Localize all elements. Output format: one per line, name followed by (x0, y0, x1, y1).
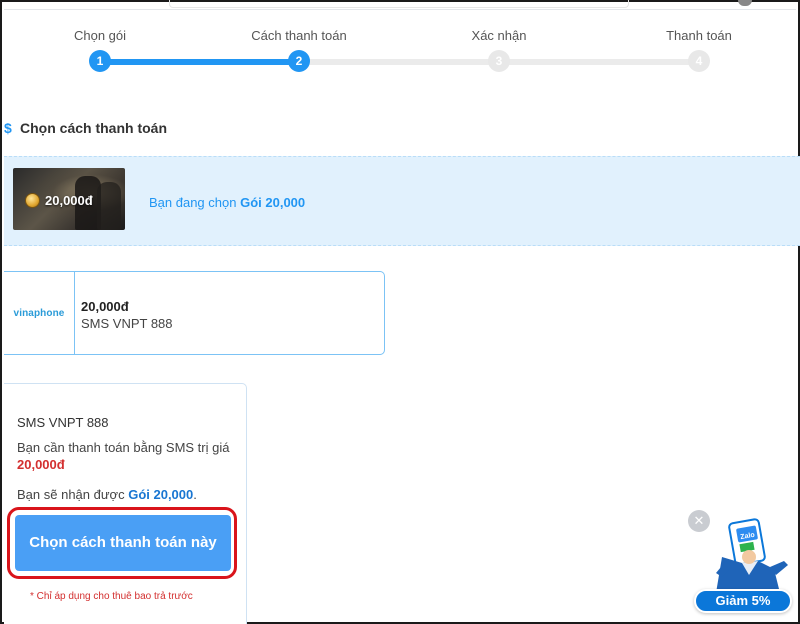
choose-payment-method-button[interactable]: Chọn cách thanh toán này (15, 515, 231, 571)
selected-package-name: Gói 20,000 (240, 195, 306, 210)
detail-description-text: Bạn cần thanh toán bằng SMS trị giá (17, 440, 230, 455)
selected-package-prefix: Bạn đang chọn (149, 195, 237, 210)
step-label: Thanh toán (666, 28, 732, 43)
detail-receive-text: Bạn sẽ nhận được (17, 487, 125, 502)
step-label: Cách thanh toán (251, 28, 347, 43)
zalopay-mascot-icon: Zalo (716, 518, 788, 593)
checkout-stepper: Chọn gói 1 Cách thanh toán 2 Xác nhận 3 … (2, 2, 800, 82)
prepaid-only-note: * Chỉ áp dụng cho thuê bao trả trước (30, 591, 193, 602)
payment-detail-panel: SMS VNPT 888 Bạn cần thanh toán bằng SMS… (4, 383, 247, 624)
step-choose-package[interactable]: Chọn gói 1 (40, 28, 160, 72)
detail-title: SMS VNPT 888 (17, 415, 109, 430)
section-title: $ Chọn cách thanh toán (4, 120, 167, 136)
payment-method-price: 20,000đ (81, 299, 129, 314)
vinaphone-logo-text: vinaphone (13, 308, 65, 319)
step-payment-method[interactable]: Cách thanh toán 2 (239, 28, 359, 72)
dollar-icon: $ (4, 120, 12, 136)
step-number-badge: 1 (89, 50, 111, 72)
selected-package-text: Bạn đang chọn Gói 20,000 (149, 195, 305, 210)
step-number-badge: 2 (288, 50, 310, 72)
detail-receive: Bạn sẽ nhận được Gói 20,000. (17, 487, 197, 502)
detail-receive-package: Gói 20,000 (128, 487, 194, 502)
selected-package-banner: 20,000đ Bạn đang chọn Gói 20,000 (4, 156, 800, 246)
step-label: Xác nhận (471, 28, 527, 43)
detail-receive-suffix: . (193, 487, 197, 502)
step-number-badge: 4 (688, 50, 710, 72)
detail-description: Bạn cần thanh toán bằng SMS trị giá 20,0… (17, 439, 237, 473)
section-title-text: Chọn cách thanh toán (20, 120, 167, 136)
package-thumbnail-value: 20,000đ (45, 193, 93, 208)
coin-icon (25, 193, 40, 208)
package-thumbnail: 20,000đ (13, 168, 125, 230)
vinaphone-logo: vinaphone (4, 272, 75, 355)
step-label: Chọn gói (73, 28, 127, 43)
step-confirm: Xác nhận 3 (439, 28, 559, 72)
step-pay: Thanh toán 4 (639, 28, 759, 72)
soldier-silhouette-icon (97, 182, 121, 230)
detail-amount: 20,000đ (17, 457, 65, 472)
payment-method-name: SMS VNPT 888 (81, 316, 173, 331)
zalopay-promo-art[interactable]: Zalo (702, 517, 798, 597)
step-number-badge: 3 (488, 50, 510, 72)
discount-badge[interactable]: Giảm 5% (694, 589, 792, 613)
payment-method-card[interactable]: vinaphone 20,000đ SMS VNPT 888 (4, 271, 385, 355)
